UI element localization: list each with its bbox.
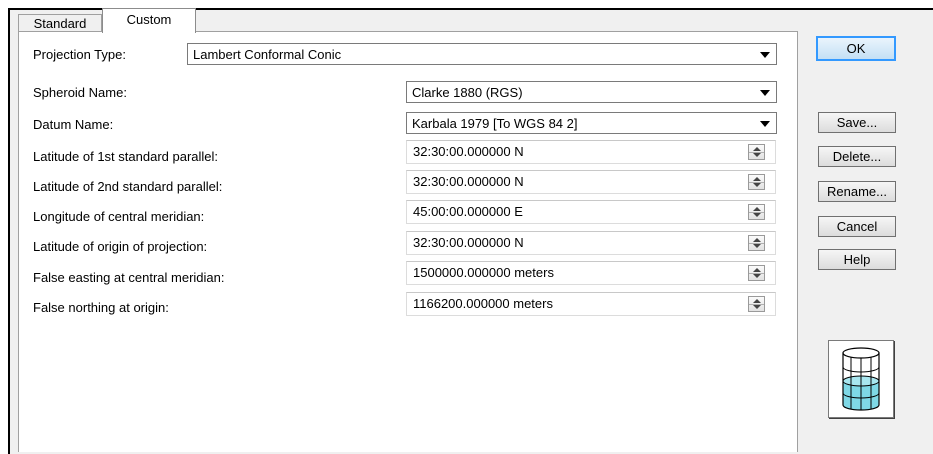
- chevron-down-icon: [760, 121, 770, 127]
- param-value: 45:00:00.000000 E: [413, 204, 523, 219]
- arrow-down-icon: [753, 183, 761, 187]
- param-value: 32:30:00.000000 N: [413, 235, 524, 250]
- projection-type-select[interactable]: Lambert Conformal Conic: [187, 43, 777, 65]
- param-label: Latitude of origin of projection:: [33, 239, 208, 254]
- ok-button[interactable]: OK: [816, 36, 896, 61]
- chevron-down-icon: [760, 52, 770, 58]
- param-field-false-northing[interactable]: 1166200.000000 meters: [406, 292, 776, 316]
- param-value: 32:30:00.000000 N: [413, 144, 524, 159]
- arrow-up-icon: [753, 177, 761, 181]
- tab-custom[interactable]: Custom: [102, 8, 196, 33]
- arrow-down-icon: [753, 153, 761, 157]
- spin-button[interactable]: [748, 296, 765, 312]
- param-field-origin-latitude[interactable]: 32:30:00.000000 N: [406, 231, 776, 255]
- arrow-up-icon: [753, 299, 761, 303]
- param-label: Latitude of 2nd standard parallel:: [33, 179, 223, 194]
- param-field-false-easting[interactable]: 1500000.000000 meters: [406, 261, 776, 285]
- spin-button[interactable]: [748, 204, 765, 220]
- rename-button[interactable]: Rename...: [818, 181, 896, 202]
- arrow-up-icon: [753, 147, 761, 151]
- param-label: False northing at origin:: [33, 300, 169, 315]
- arrow-up-icon: [753, 238, 761, 242]
- param-value: 1500000.000000 meters: [413, 265, 554, 280]
- spin-button[interactable]: [748, 144, 765, 160]
- arrow-up-icon: [753, 207, 761, 211]
- projection-preview: [828, 340, 894, 418]
- spin-button[interactable]: [748, 235, 765, 251]
- param-label: False easting at central meridian:: [33, 270, 225, 285]
- chevron-down-icon: [760, 90, 770, 96]
- arrow-up-icon: [753, 268, 761, 272]
- projection-type-label: Projection Type:: [33, 47, 126, 62]
- cylinder-projection-icon: [842, 347, 880, 411]
- param-label: Latitude of 1st standard parallel:: [33, 149, 219, 164]
- save-button[interactable]: Save...: [818, 112, 896, 133]
- arrow-down-icon: [753, 274, 761, 278]
- help-button[interactable]: Help: [818, 249, 896, 270]
- param-field-std-parallel-2[interactable]: 32:30:00.000000 N: [406, 170, 776, 194]
- spheroid-name-select[interactable]: Clarke 1880 (RGS): [406, 81, 777, 103]
- tab-standard[interactable]: Standard: [18, 14, 102, 32]
- arrow-down-icon: [753, 213, 761, 217]
- datum-name-label: Datum Name:: [33, 117, 114, 132]
- datum-name-value: Karbala 1979 [To WGS 84 2]: [412, 116, 578, 131]
- arrow-down-icon: [753, 244, 761, 248]
- cancel-button[interactable]: Cancel: [818, 216, 896, 237]
- param-value: 1166200.000000 meters: [413, 296, 553, 311]
- arrow-down-icon: [753, 305, 761, 309]
- datum-name-select[interactable]: Karbala 1979 [To WGS 84 2]: [406, 112, 777, 134]
- spin-button[interactable]: [748, 265, 765, 281]
- param-value: 32:30:00.000000 N: [413, 174, 524, 189]
- param-field-std-parallel-1[interactable]: 32:30:00.000000 N: [406, 140, 776, 164]
- projection-type-value: Lambert Conformal Conic: [193, 47, 342, 62]
- param-field-central-meridian[interactable]: 45:00:00.000000 E: [406, 200, 776, 224]
- spheroid-name-label: Spheroid Name:: [33, 85, 127, 100]
- param-label: Longitude of central meridian:: [33, 209, 205, 224]
- delete-button[interactable]: Delete...: [818, 146, 896, 167]
- spheroid-name-value: Clarke 1880 (RGS): [412, 85, 523, 100]
- spin-button[interactable]: [748, 174, 765, 190]
